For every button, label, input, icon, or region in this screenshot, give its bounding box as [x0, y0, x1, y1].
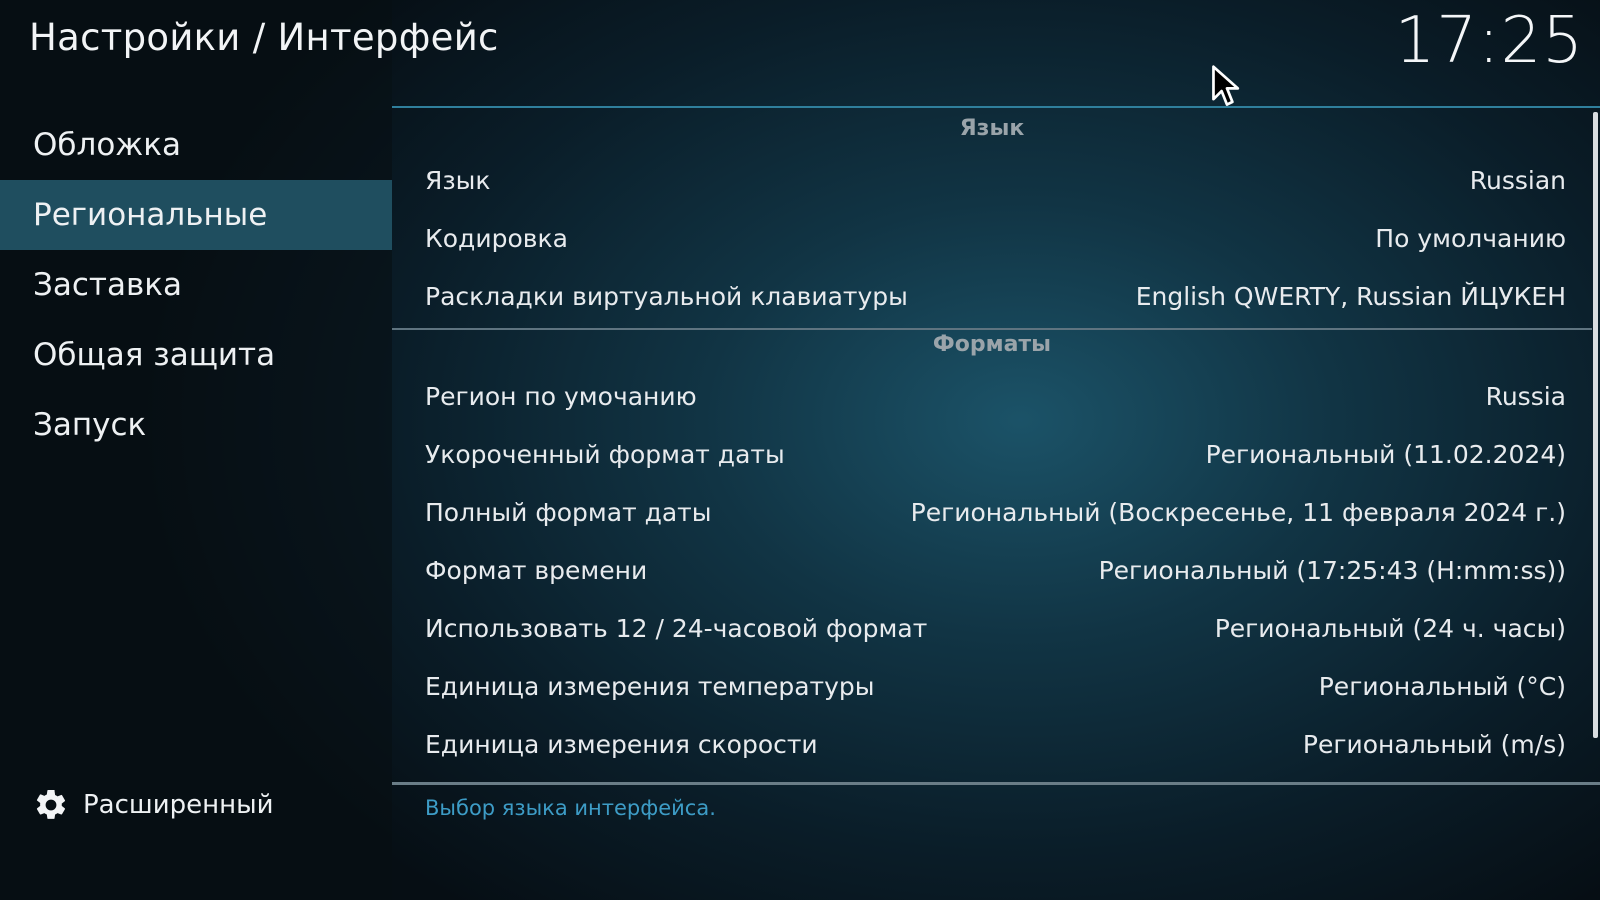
sidebar-item-regional[interactable]: Региональные: [0, 180, 392, 250]
setting-label: Раскладки виртуальной клавиатуры: [425, 282, 908, 311]
sidebar-item-screensaver[interactable]: Заставка: [0, 250, 392, 320]
page-title: Настройки / Интерфейс: [29, 16, 499, 59]
sidebar-item-skin[interactable]: Обложка: [0, 110, 392, 180]
group-divider: [392, 328, 1592, 330]
top-divider: [392, 106, 1600, 108]
setting-description: Выбор языка интерфейса.: [425, 796, 716, 820]
setting-label: Язык: [425, 166, 491, 195]
setting-label: Формат времени: [425, 556, 648, 585]
scrollbar[interactable]: [1593, 112, 1598, 738]
setting-value: По умолчанию: [1375, 224, 1566, 253]
setting-value: Региональный (24 ч. часы): [1214, 614, 1566, 643]
setting-label: Регион по умочанию: [425, 382, 697, 411]
setting-label: Полный формат даты: [425, 498, 712, 527]
setting-label: Кодировка: [425, 224, 568, 253]
settings-screen: Настройки / Интерфейс 17:25 Обложка Реги…: [0, 0, 1600, 900]
setting-row-12-24-hour[interactable]: Использовать 12 / 24-часовой формат Реги…: [392, 600, 1566, 658]
setting-value: Региональный (°C): [1318, 672, 1566, 701]
setting-value: Региональный (11.02.2024): [1205, 440, 1566, 469]
setting-label: Использовать 12 / 24-часовой формат: [425, 614, 928, 643]
setting-value: Russian: [1469, 166, 1566, 195]
bottom-divider: [392, 782, 1600, 785]
sidebar: Обложка Региональные Заставка Общая защи…: [0, 110, 392, 900]
setting-row-keyboard-layouts[interactable]: Раскладки виртуальной клавиатуры English…: [392, 268, 1566, 326]
clock: 17:25: [1394, 4, 1584, 78]
sidebar-item-master-lock[interactable]: Общая защита: [0, 320, 392, 390]
settings-list: Язык Язык Russian Кодировка По умолчанию…: [392, 106, 1600, 900]
setting-label: Единица измерения скорости: [425, 730, 818, 759]
setting-label: Укороченный формат даты: [425, 440, 785, 469]
group-header-formats: Форматы: [932, 332, 1052, 357]
setting-row-long-date[interactable]: Полный формат даты Региональный (Воскрес…: [392, 484, 1566, 542]
gear-icon: [36, 789, 66, 819]
mouse-cursor-icon: [1212, 65, 1240, 106]
setting-value: Russia: [1485, 382, 1566, 411]
setting-row-time-format[interactable]: Формат времени Региональный (17:25:43 (H…: [392, 542, 1566, 600]
setting-row-language[interactable]: Язык Russian: [392, 152, 1566, 210]
advanced-level-label: Расширенный: [83, 790, 274, 820]
advanced-level-button[interactable]: Расширенный: [33, 783, 274, 827]
setting-value: Региональный (17:25:43 (H:mm:ss)): [1098, 556, 1566, 585]
setting-row-short-date[interactable]: Укороченный формат даты Региональный (11…: [392, 426, 1566, 484]
setting-value: Региональный (m/s): [1302, 730, 1566, 759]
setting-value: Региональный (Воскресенье, 11 февраля 20…: [910, 498, 1566, 527]
setting-row-speed-unit[interactable]: Единица измерения скорости Региональный …: [392, 716, 1566, 774]
setting-row-charset[interactable]: Кодировка По умолчанию: [392, 210, 1566, 268]
setting-value: English QWERTY, Russian ЙЦУКЕН: [1135, 282, 1566, 311]
sidebar-item-startup[interactable]: Запуск: [0, 390, 392, 460]
setting-row-region[interactable]: Регион по умочанию Russia: [392, 368, 1566, 426]
group-header-language: Язык: [959, 116, 1025, 141]
setting-label: Единица измерения температуры: [425, 672, 875, 701]
setting-row-temperature-unit[interactable]: Единица измерения температуры Региональн…: [392, 658, 1566, 716]
